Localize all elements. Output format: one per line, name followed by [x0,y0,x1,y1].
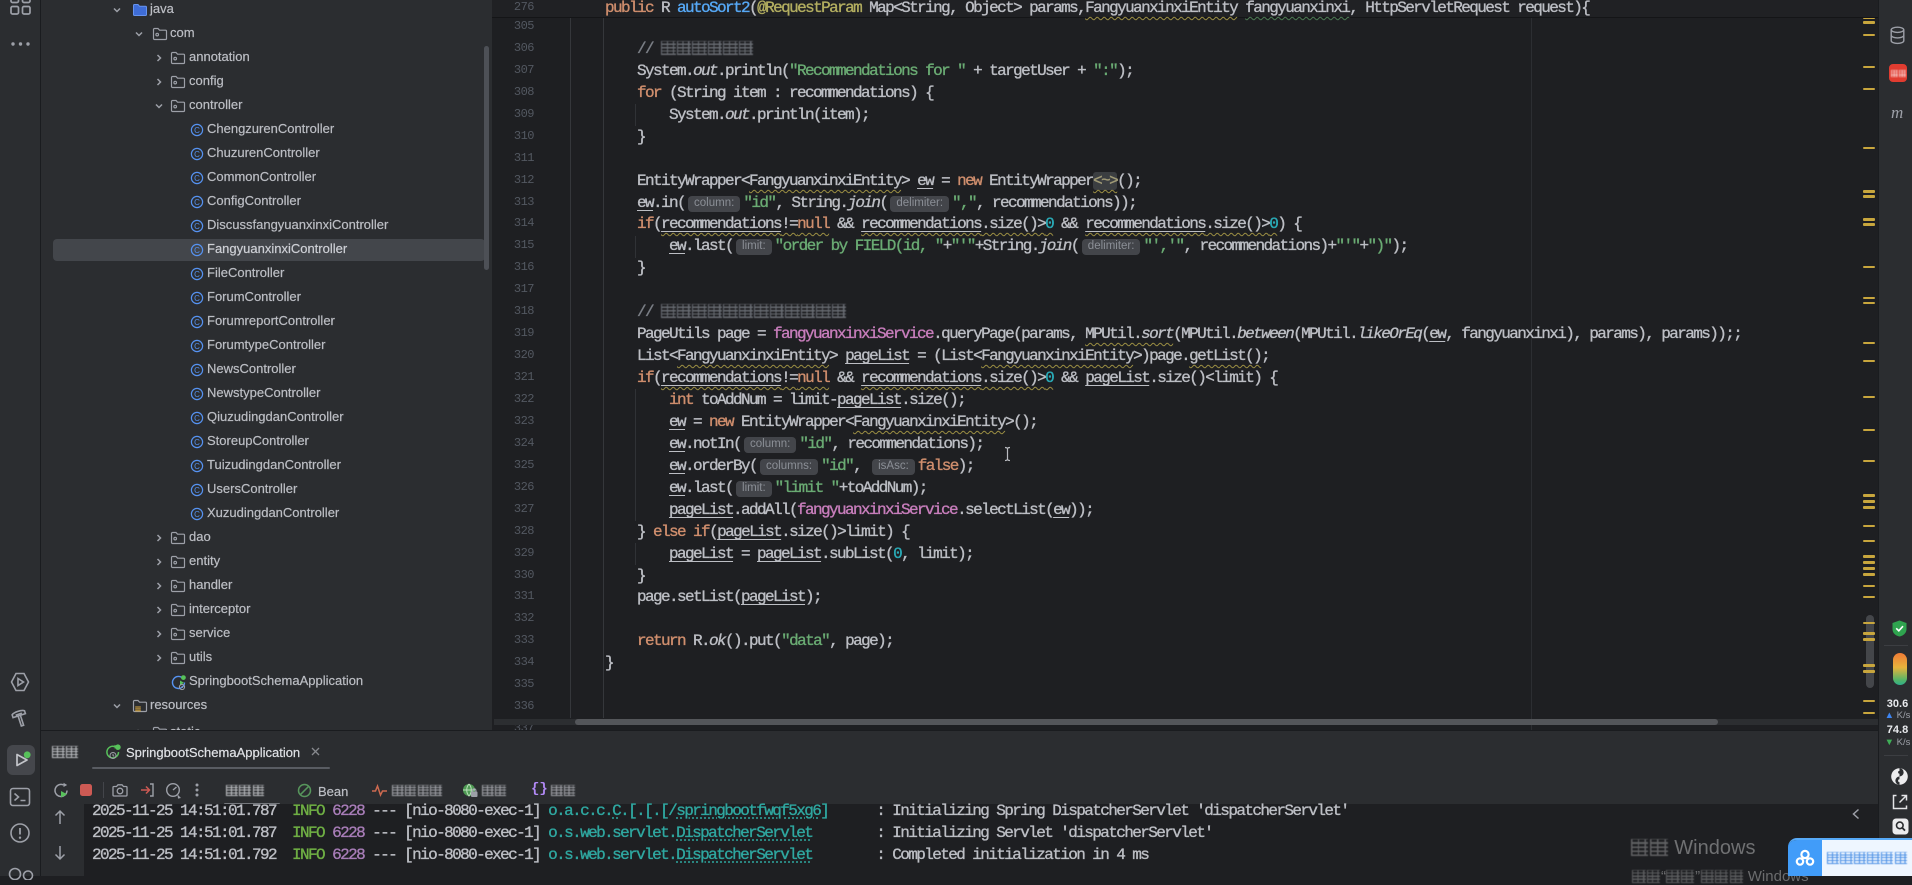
svg-text:C: C [194,510,200,519]
svg-text:C: C [194,390,200,399]
svg-text:C: C [194,294,200,303]
svg-text:C: C [194,462,200,471]
svg-text:C: C [194,342,200,351]
svg-text:C: C [194,414,200,423]
svg-text:C: C [194,366,200,375]
svg-text:C: C [194,198,200,207]
svg-text:C: C [194,222,200,231]
svg-text:C: C [194,486,200,495]
svg-text:C: C [194,174,200,183]
svg-text:C: C [194,126,200,135]
svg-text:C: C [194,150,200,159]
svg-text:C: C [194,318,200,327]
svg-text:C: C [194,438,200,447]
svg-text:C: C [194,246,200,255]
svg-text:C: C [194,270,200,279]
